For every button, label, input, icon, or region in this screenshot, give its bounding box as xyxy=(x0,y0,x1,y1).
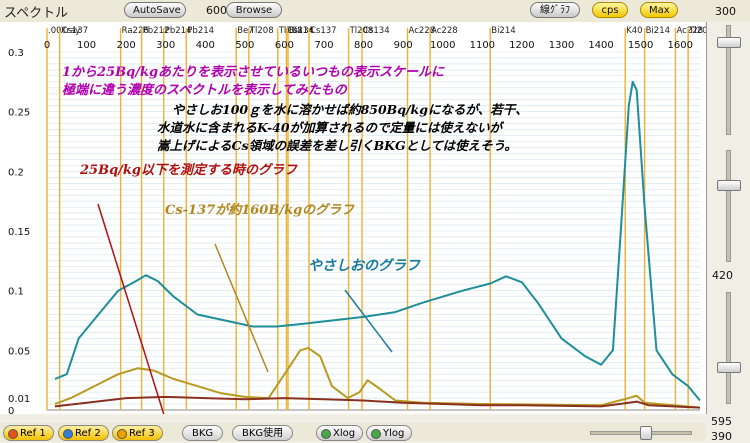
toolbar: スペクトル AutoSave 600 Browse 線ｸﾞﾗﾌ cps Max xyxy=(0,0,750,22)
x-tick-label: 1200 xyxy=(509,40,534,51)
nuclide-label: K40 xyxy=(626,26,642,36)
x-tick-label: 600 xyxy=(275,40,294,51)
x-tick-label: 300 xyxy=(156,40,175,51)
nuclide-label: Tl208 xyxy=(688,26,706,36)
mid-slider-track[interactable] xyxy=(726,150,731,262)
xlog-toggle[interactable]: Xlog xyxy=(316,425,364,441)
top-scale-value: 300 xyxy=(715,5,736,18)
y-tick-label: 0.15 xyxy=(8,227,30,238)
mid-slider-thumb[interactable] xyxy=(717,180,741,191)
y-tick-label: 0.05 xyxy=(8,346,30,357)
annotation-text: 嵩上げによるCs領域の誤差を差し引くBKGとしては使えそう。 xyxy=(157,138,517,153)
annotation-arrow xyxy=(97,203,166,419)
right-panel: 300 420 595 390 xyxy=(707,5,750,443)
x-tick-label: 1500 xyxy=(628,40,653,51)
bkg-use-button[interactable]: BKG使用 xyxy=(232,425,294,441)
low-scale-value: 595 xyxy=(711,415,732,428)
ref2-indicator-icon xyxy=(63,429,73,439)
x-tick-label: 1600 xyxy=(667,40,692,51)
low-slider-thumb[interactable] xyxy=(717,362,741,373)
nuclide-label: Cs137 xyxy=(310,26,337,36)
ref3-indicator-icon xyxy=(117,429,127,439)
ylog-indicator-icon xyxy=(371,429,381,439)
line-graph-button[interactable]: 線ｸﾞﾗﾌ xyxy=(530,2,580,18)
ref1-button[interactable]: Ref 1 xyxy=(3,425,54,441)
nuclide-label: Ac228 xyxy=(431,26,458,36)
x-tick-label: 100 xyxy=(77,40,96,51)
low-slider-track[interactable] xyxy=(726,292,731,404)
x-tick-label: 200 xyxy=(117,40,136,51)
spectrum-plot: .00Cs137Xray Ra226Pb212Pb214Pb214 Be7Tl208… xyxy=(8,26,713,419)
save-count: 600 xyxy=(206,4,227,17)
nuclide-label: Xray xyxy=(61,26,81,36)
xlog-label: Xlog xyxy=(333,428,356,439)
annotation-text: 25Bq/kg以下を測定する時のグラフ xyxy=(79,162,298,178)
ref1-indicator-icon xyxy=(8,429,18,439)
max-button[interactable]: Max xyxy=(640,2,678,18)
y-tick-label: 0.3 xyxy=(8,48,24,59)
top-slider-thumb[interactable] xyxy=(717,37,741,48)
annotation-text: やさしお100ｇを水に溶かせば約850Bq/kgになるが、若干、 xyxy=(172,102,528,118)
nuclide-label: Bi214 xyxy=(646,26,670,36)
x-tick-label: 700 xyxy=(314,40,333,51)
ref2-button[interactable]: Ref 2 xyxy=(58,425,109,441)
x-tick-label: 500 xyxy=(235,40,254,51)
ylog-label: Ylog xyxy=(383,428,405,439)
x-tick-label: 900 xyxy=(394,40,413,51)
cps-button[interactable]: cps xyxy=(592,2,628,18)
annotation-text: 極端に違う濃度のスペクトルを表示してみたもの xyxy=(62,82,348,98)
annotation-text: やさしおのグラフ xyxy=(308,257,421,274)
ref1-label: Ref 1 xyxy=(20,428,46,439)
y-tick-label: 0.1 xyxy=(8,287,24,298)
xlog-indicator-icon xyxy=(321,429,331,439)
ref2-label: Ref 2 xyxy=(75,428,101,439)
browse-button[interactable]: Browse xyxy=(226,2,282,18)
ylog-toggle[interactable]: Ylog xyxy=(366,425,413,441)
x-tick-label: 1100 xyxy=(470,40,495,51)
autosave-button[interactable]: AutoSave xyxy=(124,2,186,18)
annotation-arrow xyxy=(214,243,269,373)
bottom-slider-thumb[interactable] xyxy=(640,426,652,440)
series-line-3 xyxy=(54,395,701,409)
y-tick-label: 0.2 xyxy=(8,167,24,178)
annotation-text: 1から25Bq/kgあたりを表示させているいつもの表示スケールに xyxy=(62,64,445,80)
y-tick-label: 0.01 xyxy=(8,394,30,405)
annotation-text: Cs-137が約160B/kgのグラフ xyxy=(165,202,355,218)
x-tick-label: 400 xyxy=(196,40,215,51)
nuclide-label: Pb214 xyxy=(187,26,214,36)
bottom-toolbar: Ref 1 Ref 2 Ref 3 BKG BKG使用 Xlog Ylog xyxy=(0,423,706,441)
ref3-button[interactable]: Ref 3 xyxy=(112,425,163,441)
annotation-text: 水道水に含まれるK-40が加算されるので定量には使えないが xyxy=(157,120,505,135)
nuclide-label: Cs134 xyxy=(363,26,390,36)
ref3-label: Ref 3 xyxy=(129,428,155,439)
nuclide-label: Bi214 xyxy=(491,26,515,36)
x-tick-label: 1300 xyxy=(549,40,574,51)
y-tick-label: 0.25 xyxy=(8,108,30,119)
bkg-button[interactable]: BKG xyxy=(182,425,224,441)
x-tick-label: 0 xyxy=(44,40,50,51)
x-tick-label: 1400 xyxy=(588,40,613,51)
nuclide-label: Tl208 xyxy=(249,26,274,36)
annotation-arrow xyxy=(344,289,393,353)
spectrum-chart: .00Cs137 Xray Ra226 Pb212 Pb214 Pb214 Be7 Tl208… xyxy=(0,22,713,419)
window-title: スペクトル xyxy=(4,6,69,21)
x-tick-label: 800 xyxy=(354,40,373,51)
x-tick-label: 1000 xyxy=(430,40,455,51)
y-tick-label: 0 xyxy=(8,406,14,414)
mid-scale-value: 420 xyxy=(712,269,733,282)
bottom-scale-value: 390 xyxy=(711,430,732,443)
